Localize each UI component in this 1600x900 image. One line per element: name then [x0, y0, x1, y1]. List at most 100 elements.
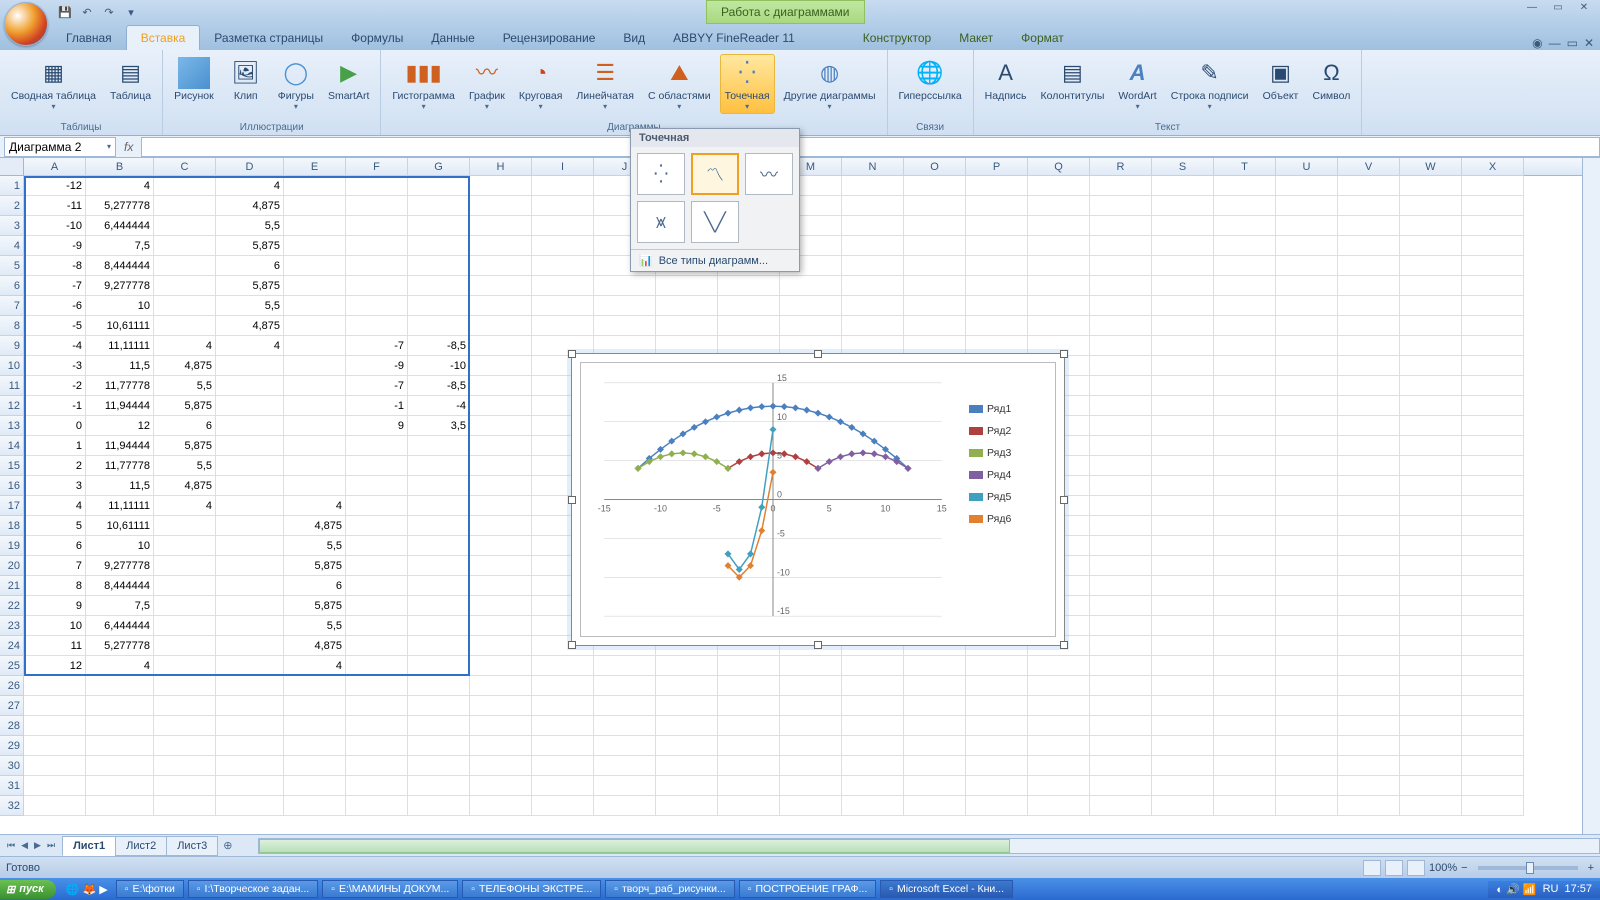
cell[interactable]	[24, 716, 86, 736]
cell[interactable]	[966, 676, 1028, 696]
cell[interactable]	[1152, 756, 1214, 776]
view-page-layout-button[interactable]	[1385, 860, 1403, 876]
cell[interactable]	[532, 776, 594, 796]
cell[interactable]: -9	[24, 236, 86, 256]
cell[interactable]	[154, 596, 216, 616]
office-button[interactable]	[4, 2, 48, 46]
cell[interactable]: -3	[24, 356, 86, 376]
cell[interactable]	[1214, 376, 1276, 396]
cell[interactable]	[1090, 436, 1152, 456]
cell[interactable]	[284, 776, 346, 796]
cell[interactable]	[216, 516, 284, 536]
cell[interactable]	[532, 256, 594, 276]
cell[interactable]	[216, 796, 284, 816]
cell[interactable]	[1338, 496, 1400, 516]
cell[interactable]	[1152, 576, 1214, 596]
cell[interactable]	[1400, 756, 1462, 776]
col-header[interactable]: I	[532, 158, 594, 176]
cell[interactable]	[1462, 256, 1524, 276]
cell[interactable]	[346, 516, 408, 536]
cell[interactable]	[1090, 756, 1152, 776]
cell[interactable]	[346, 456, 408, 476]
signature-line-button[interactable]: ✎Строка подписи▾	[1166, 54, 1254, 114]
cell[interactable]	[1028, 756, 1090, 776]
cell[interactable]	[1090, 376, 1152, 396]
cell[interactable]	[346, 576, 408, 596]
quick-launch[interactable]: 🌐 🦊 ▶	[62, 883, 112, 896]
cell[interactable]	[532, 696, 594, 716]
close-button[interactable]: ✕	[1572, 2, 1596, 18]
cell[interactable]	[1276, 216, 1338, 236]
cell[interactable]	[216, 436, 284, 456]
row-header[interactable]: 31	[0, 776, 24, 796]
cell[interactable]	[24, 776, 86, 796]
cell[interactable]: 11,77778	[86, 376, 154, 396]
cell[interactable]: 4,875	[216, 316, 284, 336]
qat-more-icon[interactable]: ▾	[122, 3, 140, 21]
cell[interactable]	[470, 456, 532, 476]
cell[interactable]	[1400, 356, 1462, 376]
cell[interactable]	[1276, 536, 1338, 556]
row-header[interactable]: 27	[0, 696, 24, 716]
cell[interactable]	[86, 796, 154, 816]
cell[interactable]	[1090, 616, 1152, 636]
cell[interactable]	[780, 796, 842, 816]
cell[interactable]	[1338, 416, 1400, 436]
cell[interactable]	[780, 296, 842, 316]
select-all-corner[interactable]	[0, 158, 24, 176]
cell[interactable]	[346, 716, 408, 736]
cell[interactable]	[1028, 236, 1090, 256]
cell[interactable]: 5,875	[284, 556, 346, 576]
cell[interactable]	[24, 736, 86, 756]
cell[interactable]	[216, 616, 284, 636]
cell[interactable]	[1152, 516, 1214, 536]
cell[interactable]	[780, 776, 842, 796]
cell[interactable]: 7	[24, 556, 86, 576]
cell[interactable]	[1462, 456, 1524, 476]
cell[interactable]	[1338, 476, 1400, 496]
cell[interactable]	[346, 756, 408, 776]
cell[interactable]	[470, 376, 532, 396]
cell[interactable]	[86, 756, 154, 776]
cell[interactable]	[966, 196, 1028, 216]
cell[interactable]	[1276, 736, 1338, 756]
cell[interactable]	[1090, 776, 1152, 796]
cell[interactable]	[470, 536, 532, 556]
cell[interactable]	[1028, 736, 1090, 756]
cell[interactable]	[1338, 596, 1400, 616]
row-header[interactable]: 21	[0, 576, 24, 596]
pivot-table-button[interactable]: ▦Сводная таблица▾	[6, 54, 101, 114]
cell[interactable]: 4,875	[216, 196, 284, 216]
cell[interactable]	[1152, 196, 1214, 216]
cell[interactable]	[1090, 656, 1152, 676]
taskbar-item[interactable]: ▫ ПОСТРОЕНИЕ ГРАФ...	[739, 880, 876, 898]
taskbar-item[interactable]: ▫ I:\Творческое задан...	[188, 880, 318, 898]
cell[interactable]	[780, 756, 842, 776]
language-indicator[interactable]: RU	[1543, 883, 1559, 895]
cell[interactable]	[1462, 676, 1524, 696]
legend-item[interactable]: Ряд3	[969, 447, 1051, 459]
col-header[interactable]: N	[842, 158, 904, 176]
cell[interactable]	[216, 496, 284, 516]
cell[interactable]	[1276, 196, 1338, 216]
cell[interactable]: 10	[86, 536, 154, 556]
doc-close-icon[interactable]: ✕	[1584, 36, 1594, 50]
fx-icon[interactable]: fx	[116, 140, 141, 154]
cell[interactable]	[408, 316, 470, 336]
cell[interactable]	[1028, 776, 1090, 796]
cell[interactable]	[154, 296, 216, 316]
chart-plot-area[interactable]: -15-10-5051015-15-10-5051015	[581, 363, 965, 636]
cell[interactable]	[408, 756, 470, 776]
cell[interactable]	[966, 776, 1028, 796]
zoom-level[interactable]: 100%	[1429, 862, 1457, 874]
tab-insert[interactable]: Вставка	[126, 25, 201, 50]
col-header[interactable]: X	[1462, 158, 1524, 176]
cell[interactable]	[1214, 436, 1276, 456]
row-header[interactable]: 9	[0, 336, 24, 356]
cell[interactable]	[24, 696, 86, 716]
cell[interactable]	[842, 716, 904, 736]
cell[interactable]: 9,277778	[86, 276, 154, 296]
zoom-in-button[interactable]: +	[1588, 862, 1594, 874]
cell[interactable]	[1090, 676, 1152, 696]
cell[interactable]: -8,5	[408, 336, 470, 356]
